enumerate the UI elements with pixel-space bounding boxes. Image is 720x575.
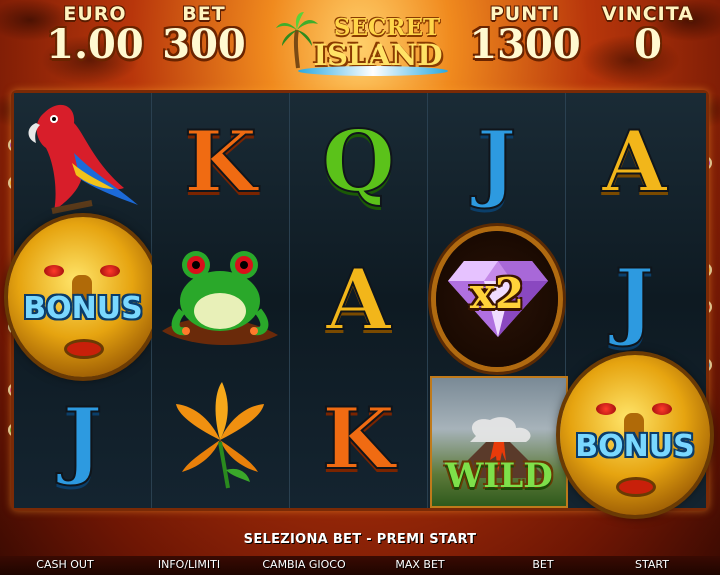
game-logo: SECRET ISLAND: [268, 8, 448, 80]
logo-secret: SECRET: [333, 14, 441, 41]
start-button[interactable]: START: [624, 558, 680, 571]
multiplier-label: x2: [469, 269, 525, 318]
cash-out-button[interactable]: CASH OUT: [30, 558, 100, 571]
max-bet-button[interactable]: MAX BET: [385, 558, 455, 571]
vincita-value: 0: [634, 21, 662, 68]
reel-2: K: [152, 93, 290, 508]
button-bar: [0, 556, 720, 575]
symbol-a: A: [601, 111, 668, 212]
lily-icon: [176, 382, 264, 489]
symbol-j: J: [62, 388, 104, 489]
frog-icon: [162, 251, 278, 346]
vincita-display: VINCITA 0: [592, 3, 704, 65]
change-game-button[interactable]: CAMBIA GIOCO: [252, 558, 356, 571]
punti-value: 1300: [469, 21, 581, 68]
bonus-label: BONUS: [23, 291, 143, 326]
bet-button[interactable]: BET: [521, 558, 565, 571]
frog-symbol: [152, 231, 289, 369]
reel-3: Q A K: [290, 93, 428, 508]
lily-symbol: [152, 370, 289, 508]
bet-value: 300: [162, 21, 246, 68]
bonus-mask-icon: BONUS: [8, 217, 158, 377]
euro-display: EURO 1.00: [40, 3, 150, 65]
wild-label: WILD: [445, 456, 553, 496]
punti-display: PUNTI 1300: [466, 3, 584, 65]
status-message: SELEZIONA BET - PREMI START: [243, 532, 477, 547]
bonus-label: BONUS: [575, 429, 695, 464]
parrot-symbol: [14, 93, 151, 231]
symbol-j: J: [614, 249, 656, 350]
euro-value: 1.00: [46, 21, 144, 68]
bet-display: BET 300: [158, 3, 250, 65]
bonus-mask-icon: BONUS: [560, 355, 710, 515]
info-limits-button[interactable]: INFO/LIMITI: [146, 558, 232, 571]
logo-wave: [298, 66, 448, 76]
wild-symbol: WILD: [430, 376, 568, 508]
reels-area: BONUS J K Q A K J A J x2 WILD BONUS: [8, 93, 710, 515]
symbol-k: K: [183, 111, 258, 212]
parrot-icon: [28, 104, 138, 214]
symbol-k: K: [321, 388, 396, 489]
multiplier-symbol: x2: [436, 231, 558, 367]
reel-1: BONUS J: [8, 93, 158, 508]
symbol-a: A: [325, 249, 392, 350]
symbol-q: Q: [321, 111, 396, 212]
symbol-j: J: [476, 111, 518, 212]
